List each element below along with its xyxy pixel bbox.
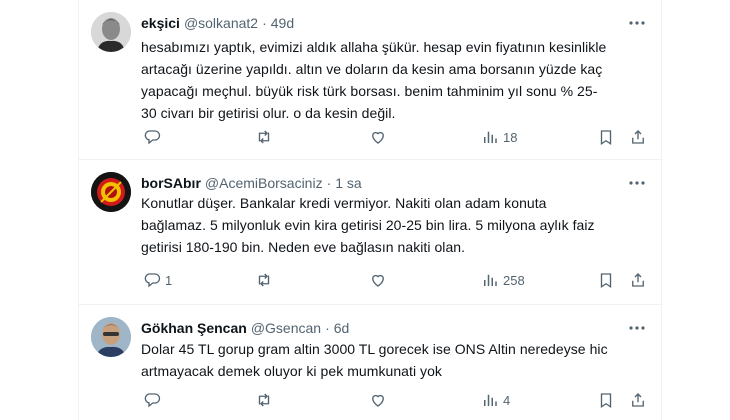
share-button[interactable] <box>629 126 647 148</box>
display-name[interactable]: borSAbır <box>141 175 201 191</box>
more-icon[interactable] <box>627 318 647 338</box>
reply-button[interactable] <box>143 389 165 411</box>
tweet-text: Dolar 45 TL gorup gram altin 3000 TL gor… <box>141 341 608 379</box>
share-icon <box>632 130 644 144</box>
views-button[interactable]: 258 <box>481 269 525 291</box>
views-icon <box>484 274 497 286</box>
views-button[interactable]: 4 <box>481 389 510 411</box>
like-button[interactable] <box>369 126 387 148</box>
retweet-button[interactable] <box>255 126 273 148</box>
retweet-icon <box>258 273 270 287</box>
bookmark-icon <box>600 273 612 289</box>
like-icon <box>372 131 384 144</box>
avatar[interactable] <box>91 317 131 357</box>
tweet-actions: 18 <box>135 126 655 148</box>
tweet[interactable]: ekşici @solkanat2 · 49d hesabımızı yaptı… <box>79 0 663 160</box>
tweet-text: Konutlar düşer. Bankalar kredi vermiyor.… <box>141 195 595 255</box>
reply-icon <box>144 393 161 408</box>
bookmark-icon <box>600 393 612 409</box>
share-icon <box>632 393 644 407</box>
reply-icon <box>144 130 161 145</box>
view-count: 18 <box>503 129 518 145</box>
tweet[interactable]: Gökhan Şencan @Gsencan · 6d Dolar 45 TL … <box>79 305 663 420</box>
tweet-feed: ekşici @solkanat2 · 49d hesabımızı yaptı… <box>78 0 663 420</box>
tweet-actions: 4 <box>135 389 655 411</box>
user-handle[interactable]: @AcemiBorsaciniz <box>205 175 323 191</box>
view-count: 258 <box>503 272 525 288</box>
share-icon <box>632 273 644 287</box>
timestamp[interactable]: 1 sa <box>335 175 361 191</box>
like-icon <box>372 394 384 407</box>
retweet-button[interactable] <box>255 389 273 411</box>
reply-icon <box>144 273 161 288</box>
more-icon[interactable] <box>627 13 647 33</box>
views-button[interactable]: 18 <box>481 126 517 148</box>
tweet-text: hesabımızı yaptık, evimizi aldık allaha … <box>141 39 607 121</box>
like-button[interactable] <box>369 269 387 291</box>
timestamp[interactable]: 6d <box>334 320 350 336</box>
tweet[interactable]: borSAbır @AcemiBorsaciniz · 1 sa Konutla… <box>79 160 663 305</box>
avatar-image <box>91 12 131 52</box>
avatar-image <box>91 317 131 357</box>
share-button[interactable] <box>629 269 647 291</box>
like-button[interactable] <box>369 389 387 411</box>
bookmark-button[interactable] <box>597 126 615 148</box>
reply-button[interactable] <box>143 126 165 148</box>
user-handle[interactable]: @Gsencan <box>251 320 321 336</box>
tweet-actions: 1 258 <box>135 269 655 291</box>
bookmark-button[interactable] <box>597 389 615 411</box>
user-handle[interactable]: @solkanat2 <box>184 15 258 31</box>
retweet-icon <box>258 393 270 407</box>
more-icon[interactable] <box>627 173 647 193</box>
like-icon <box>372 274 384 287</box>
avatar[interactable] <box>91 172 131 212</box>
avatar-image <box>91 172 131 212</box>
share-button[interactable] <box>629 389 647 411</box>
reply-button[interactable]: 1 <box>143 269 172 291</box>
reply-count: 1 <box>165 272 173 288</box>
views-icon <box>484 131 497 143</box>
retweet-icon <box>258 130 270 144</box>
bookmark-icon <box>600 130 612 146</box>
views-icon <box>484 394 497 406</box>
display-name[interactable]: ekşici <box>141 15 180 31</box>
display-name[interactable]: Gökhan Şencan <box>141 320 247 336</box>
avatar[interactable] <box>91 12 131 52</box>
bookmark-button[interactable] <box>597 269 615 291</box>
retweet-button[interactable] <box>255 269 273 291</box>
view-count: 4 <box>503 392 511 408</box>
timestamp[interactable]: 49d <box>271 15 294 31</box>
